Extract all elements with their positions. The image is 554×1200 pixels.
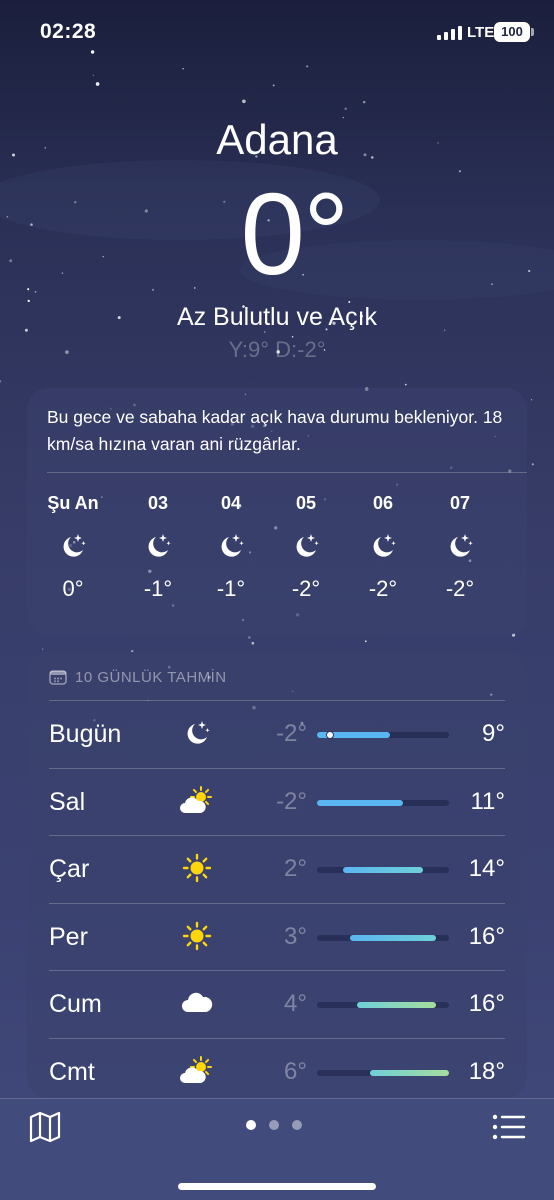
day-low-temperature: 2° [284, 855, 307, 882]
moon-stars-icon [425, 518, 495, 574]
moon-stars-icon [271, 518, 341, 574]
day-row[interactable]: Sal -2° 11° [27, 768, 527, 836]
hour-temperature: 0° [62, 576, 84, 601]
bottom-toolbar [0, 1098, 554, 1200]
page-dot[interactable] [292, 1120, 302, 1130]
city-name: Adana [216, 116, 338, 163]
day-row[interactable]: Cum 4° 16° [27, 970, 527, 1038]
day-high-temperature: 11° [470, 787, 505, 815]
page-indicator[interactable] [246, 1120, 302, 1130]
current-condition: Az Bulutlu ve Açık [176, 303, 378, 331]
moon-stars-icon [177, 715, 217, 751]
daily-forecast-title: 10 GÜNLÜK TAHMİN [75, 668, 227, 686]
day-name: Bugün [49, 720, 122, 748]
day-low-temperature: -2° [276, 720, 307, 747]
daily-forecast-card[interactable]: 10 GÜNLÜK TAHMİN Bugün -2° 9° Sal -2° 11… [27, 652, 527, 1098]
sun-cloud-icon [177, 783, 217, 819]
day-name: Cmt [49, 1057, 95, 1086]
sun-icon [177, 918, 217, 954]
temperature-range-bar [317, 731, 449, 739]
hour-temperature: -2° [445, 576, 475, 601]
forecast-summary: Bu gece ve sabaha kadar açık hava durumu… [47, 407, 503, 454]
temperature-range-fill [317, 799, 403, 806]
day-low-temperature: 3° [284, 922, 307, 950]
high-low-temperature: Y:9° D:-2° [228, 337, 326, 362]
hour-temperature: -2° [291, 576, 321, 601]
hour-label: 05 [295, 493, 317, 513]
temperature-range-bar [317, 867, 449, 873]
temperature-range-fill [356, 1002, 436, 1008]
network-type: LTE [467, 24, 495, 41]
card-divider [47, 472, 527, 473]
day-name: Çar [49, 855, 90, 883]
day-name: Cum [49, 990, 102, 1018]
temperature-range-fill [350, 934, 436, 941]
day-low-temperature: 4° [284, 990, 307, 1017]
hourly-item: 05 -2° [271, 488, 341, 604]
hourly-item: 07 -2° [425, 488, 495, 604]
hour-label: 04 [220, 493, 242, 513]
temperature-range-fill [369, 1069, 449, 1076]
list-icon[interactable] [492, 1113, 526, 1141]
cloud-icon [177, 985, 217, 1021]
hour-temperature: -1° [143, 576, 173, 601]
battery-icon: 100 [494, 22, 534, 42]
day-high-temperature: 16° [468, 990, 505, 1017]
hourly-item: 04 -1° [196, 488, 266, 604]
hourly-forecast-card[interactable]: Bu gece ve sabaha kadar açık hava durumu… [27, 388, 527, 636]
hour-label: 06 [372, 493, 394, 513]
hour-temperature: -1° [216, 576, 246, 601]
moon-stars-icon [38, 518, 108, 574]
current-temperature: 0° [240, 169, 350, 299]
day-name: Sal [49, 787, 86, 816]
page-dot[interactable] [269, 1120, 279, 1130]
day-high-temperature: 16° [468, 922, 505, 950]
temperature-range-bar [317, 799, 449, 806]
day-row[interactable]: Cmt 6° 18° [27, 1038, 527, 1099]
status-bar: 02:28 LTE 100 [0, 0, 554, 64]
cellular-signal-icon [437, 26, 462, 40]
day-row[interactable]: Çar 2° 14° [27, 835, 527, 903]
temperature-range-bar [317, 1069, 449, 1076]
home-indicator[interactable] [178, 1183, 376, 1190]
hour-label: Şu An [47, 493, 99, 513]
day-high-temperature: 14° [468, 855, 505, 882]
page-dot[interactable] [246, 1120, 256, 1130]
day-row[interactable]: Per 3° 16° [27, 903, 527, 971]
moon-stars-icon [196, 518, 266, 574]
temperature-range-bar [317, 934, 449, 941]
hourly-item: Şu An 0° [38, 488, 108, 604]
day-name: Per [49, 922, 88, 951]
day-low-temperature: -2° [276, 787, 307, 815]
temperature-range-bar [317, 1002, 449, 1008]
hour-label: 03 [147, 493, 169, 513]
moon-stars-icon [348, 518, 418, 574]
sun-icon [177, 850, 217, 886]
hourly-item: 03 -1° [123, 488, 193, 604]
temperature-range-fill [343, 867, 423, 873]
current-weather: Adana 0° Az Bulutlu ve Açık Y:9° D:-2° [0, 112, 554, 364]
hourly-item: 06 -2° [348, 488, 418, 604]
daily-forecast-header: 10 GÜNLÜK TAHMİN [49, 666, 227, 688]
hour-temperature: -2° [368, 576, 398, 601]
day-high-temperature: 9° [482, 720, 505, 747]
status-time: 02:28 [40, 20, 97, 43]
day-high-temperature: 18° [468, 1057, 505, 1085]
hour-label: 07 [449, 493, 471, 513]
calendar-icon [49, 670, 67, 685]
day-row[interactable]: Bugün -2° 9° [27, 700, 527, 768]
map-icon[interactable] [28, 1111, 62, 1143]
day-low-temperature: 6° [284, 1057, 307, 1085]
sun-cloud-icon [177, 1053, 217, 1089]
moon-stars-icon [123, 518, 193, 574]
